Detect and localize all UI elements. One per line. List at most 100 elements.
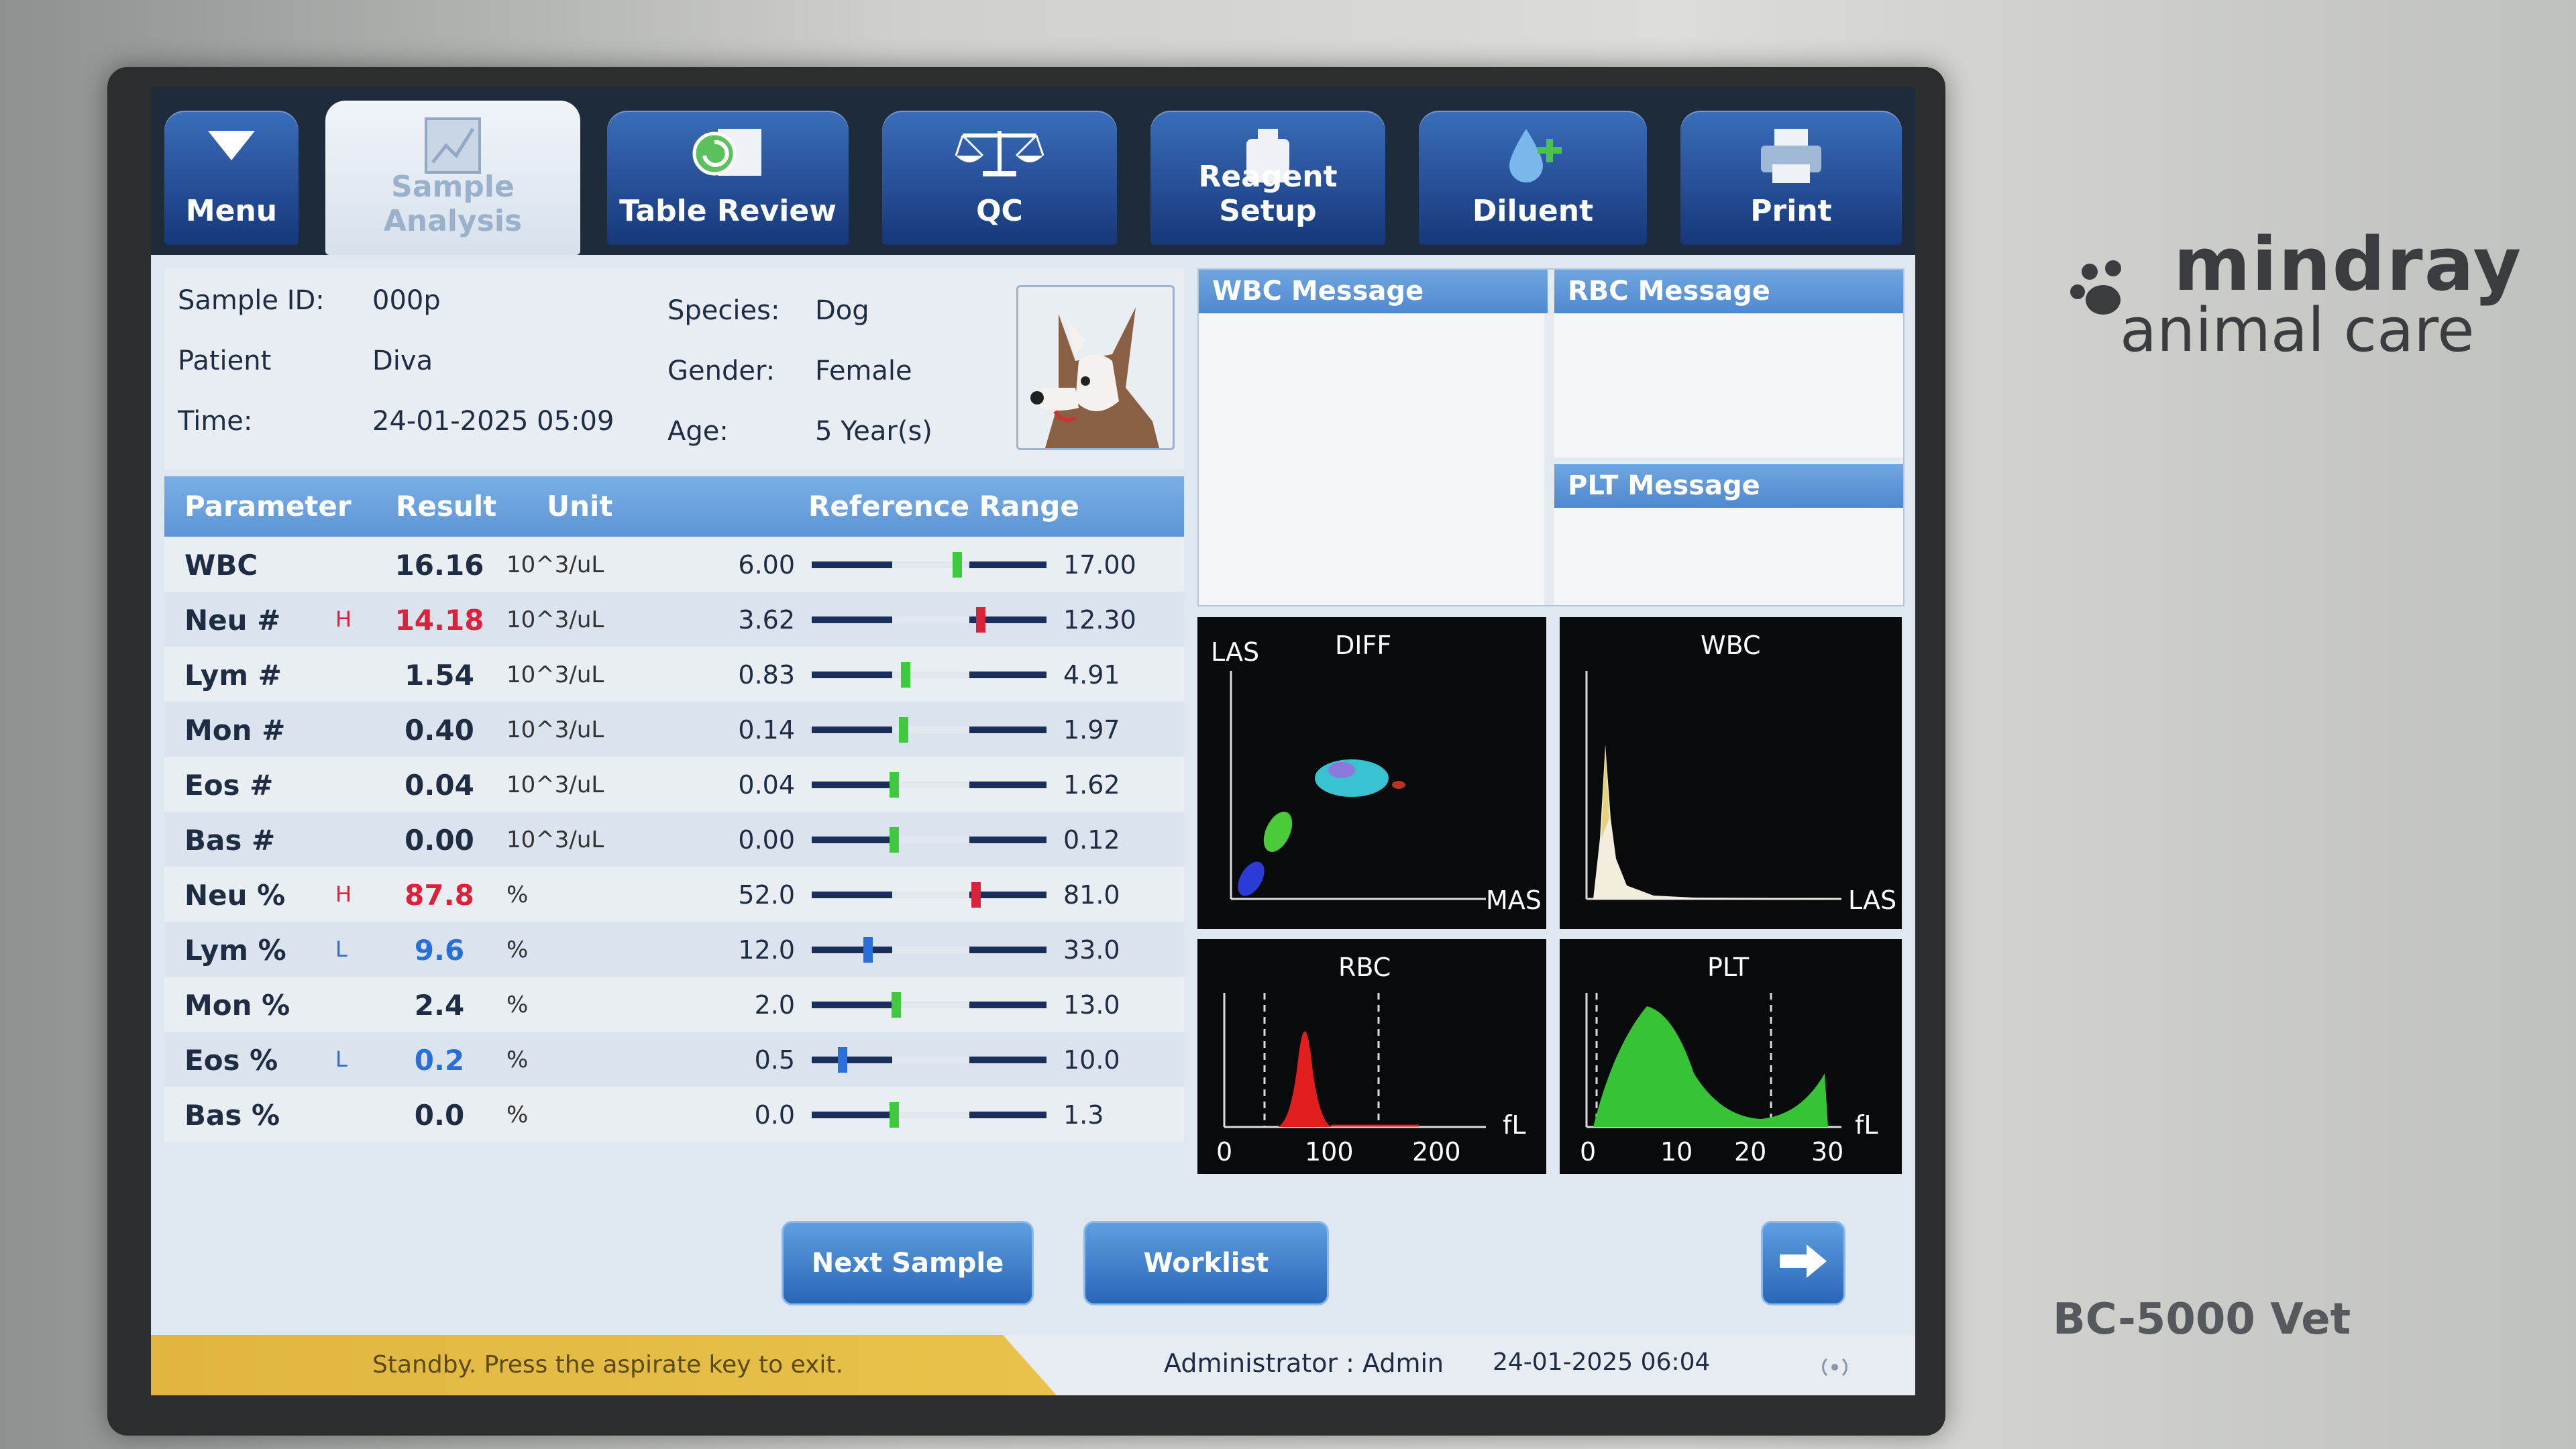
time-value: 24-01-2025 05:09 [372,406,614,437]
parameter-name: Mon # [184,714,286,747]
tab-print[interactable]: Print [1680,111,1902,245]
diff-scattergram: LAS DIFF MAS [1197,617,1546,929]
table-row: Neu % H 87.8% 52.0 81.0 [164,867,1184,922]
wbc-message-header: WBC Message [1199,270,1548,313]
range-marker [889,1102,899,1128]
range-low: 0.14 [738,715,795,745]
tab-sample-analysis[interactable]: Sample Analysis [325,101,580,255]
range-marker [837,1047,847,1073]
range-low: 6.00 [738,550,795,580]
range-bar [812,1047,1046,1073]
messages-panel: WBC Message RBC Message PLT Message [1197,268,1904,606]
plt-hist-unit: fL [1855,1110,1878,1140]
user-info: Administrator : Admin [1164,1348,1444,1378]
plt-hist-title: PLT [1707,953,1750,982]
range-bar [812,992,1046,1018]
tab-bar: Menu Sample Analysis Table Review QC Rea… [151,87,1915,255]
plt-tick: 0 [1580,1137,1597,1167]
age-label: Age: [667,416,729,447]
range-bar [812,1102,1046,1128]
network-icon [1815,1348,1855,1385]
brand-logo-name: mindray [2174,221,2523,307]
table-row: Neu # H 14.18 10^3/uL 3.62 12.30 [164,592,1184,647]
range-marker [976,607,985,633]
sample-id-value: 000p [372,285,441,316]
range-marker [971,882,981,908]
range-high: 10.0 [1063,1045,1120,1075]
parameter-name: Bas # [184,824,276,857]
rbc-message-box [1554,313,1903,458]
diff-x-label: MAS [1486,885,1542,915]
next-sample-button[interactable]: Next Sample [782,1221,1034,1305]
wbc-hist-x-label: LAS [1848,885,1897,915]
tab-table-review[interactable]: Table Review [607,111,849,245]
review-icon [691,125,765,186]
parameter-name: Mon % [184,989,290,1022]
result-value: 2.4 [414,989,465,1022]
range-marker [953,552,962,578]
status-bar: Standby. Press the aspirate key to exit.… [151,1335,1915,1395]
patient-label: Patient [178,345,272,376]
range-bar [812,772,1046,798]
range-marker [889,772,899,798]
table-row: Mon # 0.40 10^3/uL 0.14 1.97 [164,702,1184,757]
rbc-histogram: RBC fL 0 100 200 [1197,939,1546,1174]
range-low: 0.00 [738,825,795,855]
wbc-hist-title: WBC [1701,631,1761,660]
range-low: 0.0 [754,1100,795,1130]
tab-label: Menu [185,194,278,228]
flag: L [335,1046,347,1072]
dog-species-icon [1016,285,1175,450]
analyzer-device: Menu Sample Analysis Table Review QC Rea… [0,0,2576,1449]
status-datetime: 24-01-2025 06:04 [1493,1348,1711,1376]
rbc-tick: 200 [1412,1137,1461,1167]
range-high: 1.62 [1063,770,1120,800]
gender-label: Gender: [667,356,775,386]
sample-info: Sample ID: 000p Patient Diva Time: 24-01… [164,268,1184,470]
result-value: 0.40 [405,714,474,747]
rbc-hist-title: RBC [1338,953,1391,982]
next-arrow-icon [1776,1244,1830,1278]
range-marker [892,992,901,1018]
tab-qc[interactable]: QC [882,111,1117,245]
tab-label: Reagent Setup [1198,160,1338,228]
brand-logo-sub: animal care [2120,295,2475,366]
range-bar [812,717,1046,743]
parameter-name: Neu # [184,604,281,637]
table-row: WBC 16.16 10^3/uL 6.00 17.00 [164,537,1184,592]
gender-value: Female [815,356,912,386]
unit: % [506,936,529,963]
header-reference-range: Reference Range [808,490,1079,523]
range-high: 1.97 [1063,715,1120,745]
table-row: Eos # 0.04 10^3/uL 0.04 1.62 [164,757,1184,812]
next-arrow-button[interactable] [1761,1221,1845,1305]
plt-histogram: PLT fL 0 10 20 30 [1560,939,1902,1174]
worklist-button[interactable]: Worklist [1083,1221,1329,1305]
range-bar [812,882,1046,908]
range-high: 4.91 [1063,660,1120,690]
unit: 10^3/uL [506,771,604,798]
range-bar [812,827,1046,853]
parameter-name: Eos % [184,1044,278,1077]
time-label: Time: [178,406,253,437]
flag: L [335,936,347,962]
tab-menu[interactable]: Menu [164,111,299,245]
range-high: 0.12 [1063,825,1120,855]
tab-reagent-setup[interactable]: Reagent Setup [1150,111,1385,245]
unit: 10^3/uL [506,716,604,743]
unit: 10^3/uL [506,826,604,853]
unit: % [506,991,529,1018]
plt-tick: 20 [1734,1137,1767,1167]
tab-diluent[interactable]: Diluent [1419,111,1647,245]
range-low: 0.83 [738,660,795,690]
result-value: 87.8 [405,879,474,912]
unit: % [506,881,529,908]
wbc-message-box [1199,313,1544,605]
table-row: Bas % 0.0% 0.0 1.3 [164,1087,1184,1142]
range-high: 81.0 [1063,880,1120,910]
range-low: 12.0 [738,935,795,965]
range-bar [812,662,1046,688]
range-low: 0.5 [754,1045,795,1075]
plt-tick: 30 [1811,1137,1844,1167]
header-unit: Unit [547,490,613,523]
